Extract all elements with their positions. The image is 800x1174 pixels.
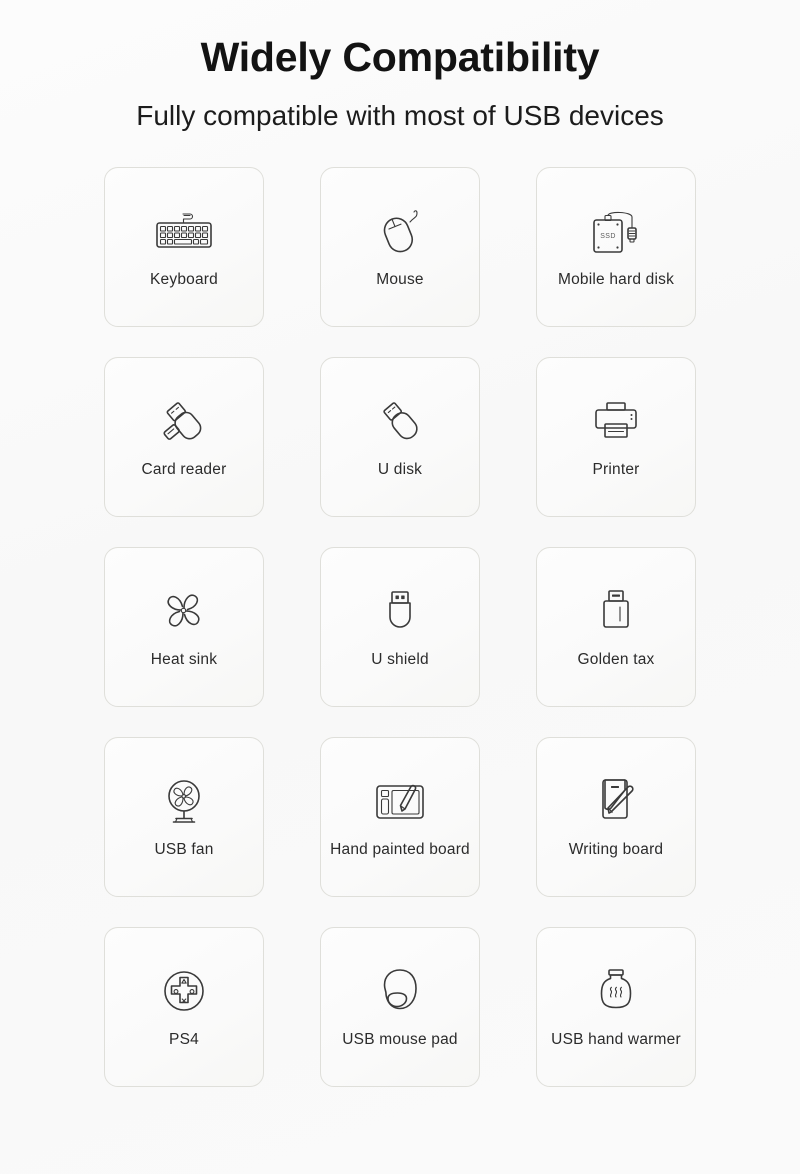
usb-security-key-icon: [378, 580, 422, 642]
device-card-u-shield[interactable]: U shield: [320, 546, 480, 707]
device-label: Mobile hard disk: [557, 271, 675, 289]
device-label: Heat sink: [150, 651, 218, 669]
device-card-usb-hand-warmer[interactable]: USB hand warmer: [536, 926, 696, 1087]
device-card-mobile-hard-disk[interactable]: SSD Mobile hard disk: [536, 166, 696, 327]
device-card-u-disk[interactable]: U disk: [320, 356, 480, 517]
device-label: Writing board: [568, 841, 664, 859]
device-label: Mouse: [376, 271, 424, 289]
device-label: U shield: [371, 651, 429, 669]
device-label: USB fan: [154, 841, 214, 859]
device-card-writing-board[interactable]: Writing board: [536, 736, 696, 897]
device-card-card-reader[interactable]: Card reader: [104, 356, 264, 517]
device-label: PS4: [169, 1031, 199, 1049]
device-grid: Keyboard Mouse SSD Mobile hard disk Card…: [90, 133, 710, 1087]
device-card-printer[interactable]: Printer: [536, 356, 696, 517]
ssd-label: SSD: [600, 233, 616, 240]
device-label: Hand painted board: [330, 841, 470, 859]
device-label: Card reader: [141, 461, 227, 479]
keyboard-icon: [153, 200, 215, 262]
usb-tax-dongle-icon: [595, 580, 637, 642]
device-card-usb-fan[interactable]: USB fan: [104, 736, 264, 897]
page-header: Widely Compatibility Fully compatible wi…: [0, 0, 800, 133]
device-card-usb-mouse-pad[interactable]: USB mouse pad: [320, 926, 480, 1087]
writing-tablet-icon: [594, 770, 638, 832]
device-label: Printer: [592, 461, 640, 479]
external-ssd-icon: SSD: [588, 200, 644, 262]
compatibility-page: Widely Compatibility Fully compatible wi…: [0, 0, 800, 1174]
device-card-ps4[interactable]: PS4: [104, 926, 264, 1087]
usb-flash-drive-icon: [375, 390, 425, 452]
hand-warmer-icon: [594, 960, 638, 1022]
graphics-tablet-icon: [372, 770, 428, 832]
fan-blades-icon: [159, 580, 209, 642]
device-card-hand-painted-board[interactable]: Hand painted board: [320, 736, 480, 897]
page-subtitle: Fully compatible with most of USB device…: [136, 100, 664, 132]
device-card-heat-sink[interactable]: Heat sink: [104, 546, 264, 707]
printer-icon: [589, 390, 643, 452]
device-label: Keyboard: [150, 271, 218, 289]
mouse-pad-icon: [375, 960, 425, 1022]
device-label: USB mouse pad: [342, 1031, 458, 1049]
device-card-keyboard[interactable]: Keyboard: [104, 166, 264, 327]
device-label: U disk: [377, 461, 423, 479]
card-reader-icon: [156, 390, 212, 452]
page-title: Widely Compatibility: [200, 34, 600, 80]
gamepad-dpad-icon: [159, 960, 209, 1022]
desk-fan-icon: [160, 770, 208, 832]
device-card-mouse[interactable]: Mouse: [320, 166, 480, 327]
device-card-golden-tax[interactable]: Golden tax: [536, 546, 696, 707]
mouse-icon: [374, 200, 426, 262]
device-label: USB hand warmer: [551, 1031, 681, 1049]
device-label: Golden tax: [577, 651, 655, 669]
